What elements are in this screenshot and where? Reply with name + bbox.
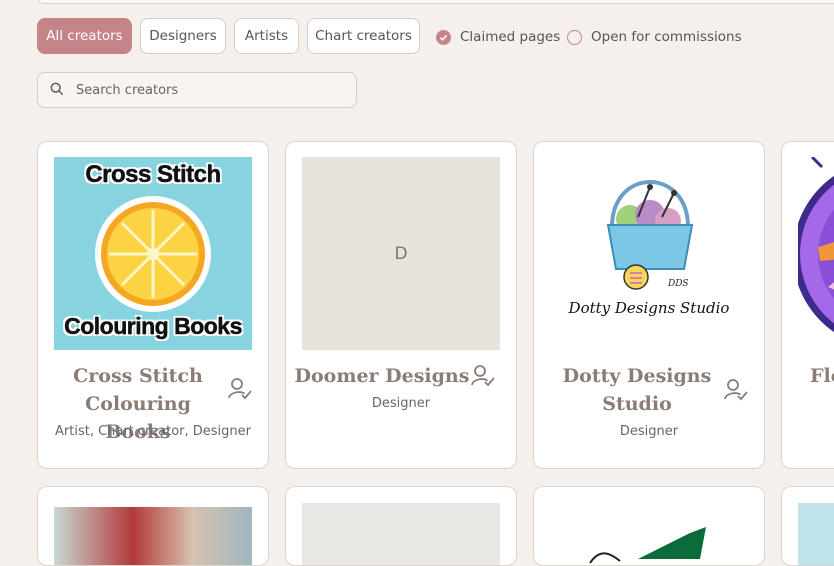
checkbox-unchecked-icon (567, 29, 582, 45)
creator-card[interactable] (285, 486, 517, 566)
creator-card[interactable] (533, 486, 765, 566)
logo-initials: DDS (668, 279, 689, 289)
claimed-pages-checkbox[interactable]: Claimed pages (436, 28, 560, 46)
creator-name[interactable]: Doomer Designs (294, 362, 470, 390)
creator-image (798, 503, 834, 565)
search-icon (50, 81, 64, 100)
top-bar-edge (38, 0, 834, 4)
creator-roles: Designer (371, 396, 431, 411)
creator-image (302, 503, 500, 565)
creator-card[interactable] (37, 486, 269, 566)
creator-card[interactable]: Flo (781, 141, 834, 469)
creator-card[interactable] (781, 486, 834, 566)
claimed-user-icon (470, 363, 496, 389)
open-commissions-label: Open for commissions (591, 29, 742, 45)
creator-image: Cross Stitch Colouring Books (54, 157, 252, 350)
open-commissions-checkbox[interactable]: Open for commissions (567, 28, 742, 46)
creator-card[interactable]: Cross Stitch Colouring Books Cross Stitc… (37, 141, 269, 469)
creator-image (798, 157, 834, 350)
claimed-user-icon (227, 376, 253, 402)
creator-name[interactable]: Flo (810, 362, 834, 390)
creator-image (550, 503, 748, 565)
tab-designers[interactable]: Designers (140, 18, 226, 54)
claimed-pages-label: Claimed pages (460, 29, 561, 45)
image-title-bottom: Colouring Books (64, 313, 243, 340)
tab-all-creators[interactable]: All creators (37, 18, 132, 54)
creator-name[interactable]: Dotty Designs Studio (554, 362, 720, 418)
creator-image-placeholder: D (302, 157, 500, 350)
search-input[interactable] (74, 81, 338, 99)
tab-artists[interactable]: Artists (234, 18, 299, 54)
search-box[interactable] (37, 72, 357, 108)
tab-chart-creators[interactable]: Chart creators (307, 18, 420, 54)
image-title-top: Cross Stitch (85, 161, 221, 189)
logo-text: Dotty Designs Studio (568, 299, 730, 317)
claimed-user-icon (723, 377, 749, 403)
creator-card[interactable]: D Doomer Designs Designer (285, 141, 517, 469)
creator-image: DDS Dotty Designs Studio (550, 157, 748, 350)
creator-image (54, 507, 252, 565)
creator-card[interactable]: DDS Dotty Designs Studio Dotty Designs S… (533, 141, 765, 469)
creator-roles: Designer (619, 424, 679, 439)
creator-roles: Artist, Chart creator, Designer (55, 424, 251, 439)
checkbox-checked-icon (436, 29, 451, 45)
creator-initial: D (302, 157, 500, 350)
